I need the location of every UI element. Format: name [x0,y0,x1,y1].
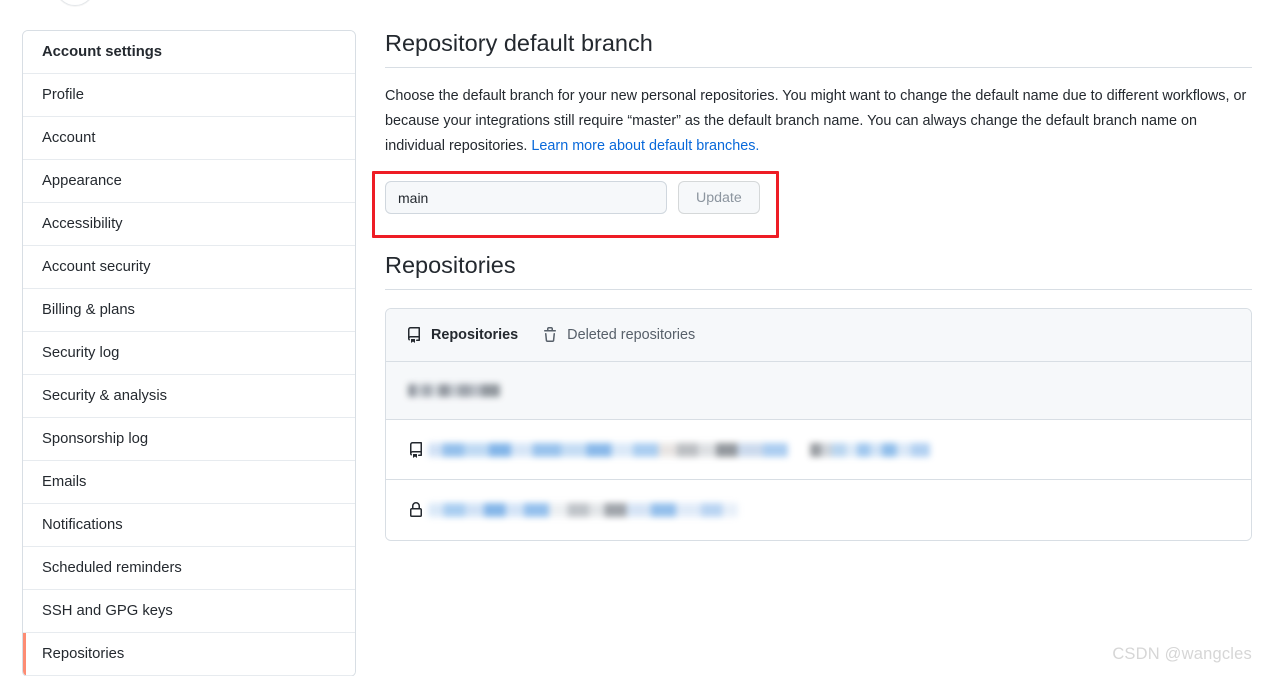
sidebar-item-label: Profile [42,86,84,103]
sidebar-item-ssh-and-gpg-keys[interactable]: SSH and GPG keys [23,590,355,633]
repositories-tabbar: Repositories Deleted repositories [386,309,1251,362]
sidebar-item-billing-plans[interactable]: Billing & plans [23,289,355,332]
learn-more-link[interactable]: Learn more about default branches. [531,138,759,154]
update-button[interactable]: Update [678,181,760,214]
tab-deleted-repositories-label: Deleted repositories [567,327,696,343]
table-row[interactable] [386,480,1251,540]
sidebar-item-notifications[interactable]: Notifications [23,504,355,547]
repo-icon [406,327,422,343]
sidebar-item-label: Billing & plans [42,301,135,318]
sidebar-item-account-security[interactable]: Account security [23,246,355,289]
sidebar-header: Account settings [23,31,355,74]
watermark: CSDN @wangcles [1112,645,1252,663]
sidebar-item-emails[interactable]: Emails [23,461,355,504]
sidebar-item-label: Scheduled reminders [42,559,182,576]
settings-page: Account settings Profile Account Appearanc… [0,0,1276,676]
sidebar-item-accessibility[interactable]: Accessibility [23,203,355,246]
lock-icon [408,502,424,518]
sidebar-item-label: Appearance [42,172,122,189]
sidebar-item-repositories[interactable]: Repositories [23,633,355,676]
sidebar-item-security-analysis[interactable]: Security & analysis [23,375,355,418]
redacted-repository-meta [810,442,930,457]
table-row[interactable] [386,420,1251,480]
sidebar-item-appearance[interactable]: Appearance [23,160,355,203]
repo-icon [408,441,424,458]
sidebar-item-label: Accessibility [42,215,123,232]
default-branch-form: Update [385,181,760,214]
sidebar-item-label: Security log [42,344,120,361]
sidebar-item-label: Emails [42,473,87,490]
default-branch-description: Choose the default branch for your new p… [385,84,1255,159]
repositories-heading-wrap: Repositories [385,250,1252,290]
sidebar-item-label: SSH and GPG keys [42,602,173,619]
sidebar-item-scheduled-reminders[interactable]: Scheduled reminders [23,547,355,590]
sidebar-item-label: Account [42,129,96,146]
main-content: Repository default branch Choose the def… [372,28,1255,541]
redacted-filter-text [408,384,500,397]
description-text: Choose the default branch for your new p… [385,87,1247,154]
sidebar-item-label: Sponsorship log [42,430,149,447]
sidebar-item-profile[interactable]: Profile [23,74,355,117]
sidebar-item-sponsorship-log[interactable]: Sponsorship log [23,418,355,461]
page-title: Repository default branch [385,28,1252,68]
redacted-repository-name [428,442,788,457]
trash-icon [542,327,558,343]
sidebar-item-label: Repositories [42,645,125,662]
sidebar-item-label: Notifications [42,516,123,533]
sidebar-item-security-log[interactable]: Security log [23,332,355,375]
default-branch-input[interactable] [385,181,667,214]
sidebar-header-label: Account settings [42,43,163,60]
sidebar-item-label: Security & analysis [42,387,168,404]
avatar[interactable] [55,0,95,6]
repositories-title: Repositories [385,250,1252,290]
repository-filter-row[interactable] [386,362,1251,420]
redacted-repository-name [428,503,738,517]
tab-repositories[interactable]: Repositories [406,327,518,343]
sidebar-item-account[interactable]: Account [23,117,355,160]
tab-repositories-label: Repositories [431,327,519,343]
repositories-panel: Repositories Deleted repositories [385,308,1252,541]
sidebar-item-label: Account security [42,258,151,275]
account-settings-sidebar: Account settings Profile Account Appearanc… [22,30,356,676]
tab-deleted-repositories[interactable]: Deleted repositories [542,327,695,343]
